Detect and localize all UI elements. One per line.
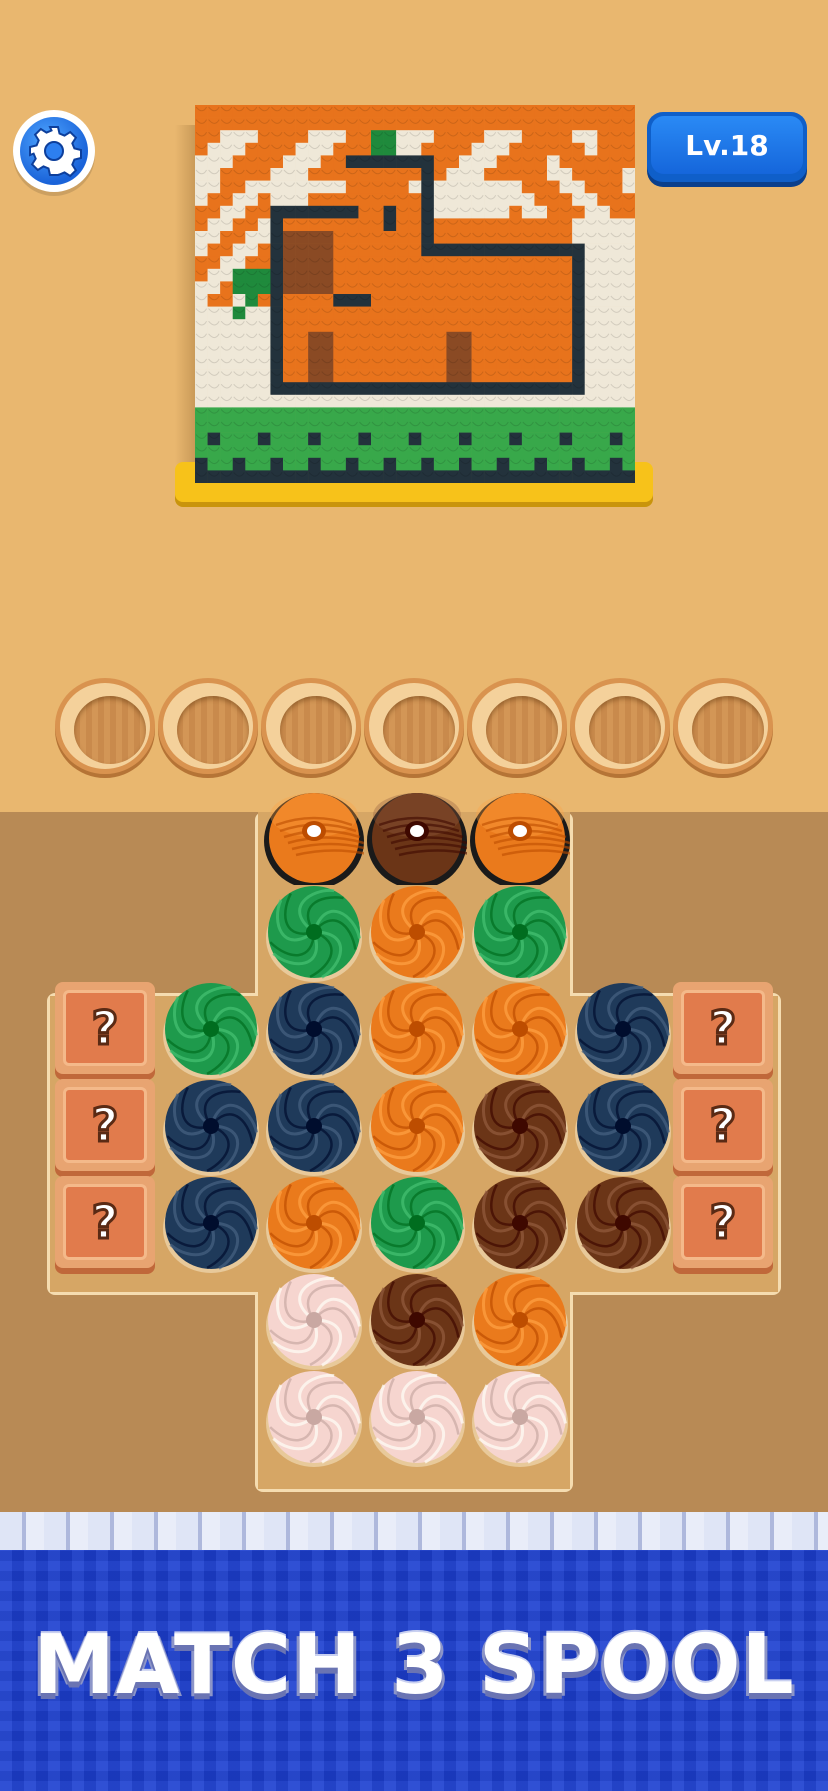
spool-green[interactable]	[161, 979, 261, 1079]
artwork-canvas	[195, 105, 635, 483]
spool-pink[interactable]	[470, 1367, 570, 1467]
spool-slot	[158, 678, 258, 774]
spool-slot	[261, 678, 361, 774]
spool-slot	[467, 678, 567, 774]
mystery-box-right[interactable]: ?	[673, 1176, 773, 1268]
question-mark-icon: ?	[708, 1000, 738, 1057]
spool-navy[interactable]	[264, 979, 364, 1079]
spool-navy[interactable]	[161, 1173, 261, 1273]
spool-green[interactable]	[470, 882, 570, 982]
spool-navy[interactable]	[573, 1076, 673, 1176]
spool-orange[interactable]	[264, 1173, 364, 1273]
spool-green[interactable]	[367, 1173, 467, 1273]
mystery-box-right[interactable]: ?	[673, 982, 773, 1074]
spool-navy[interactable]	[573, 979, 673, 1079]
level-label: Lv.18	[651, 116, 803, 174]
spool-orange[interactable]	[367, 979, 467, 1079]
spool-pink[interactable]	[264, 1367, 364, 1467]
mystery-box-left[interactable]: ?	[55, 1176, 155, 1268]
spool-pink[interactable]	[367, 1367, 467, 1467]
question-mark-icon: ?	[708, 1097, 738, 1154]
spool-navy[interactable]	[264, 1076, 364, 1176]
mystery-box-right[interactable]: ?	[673, 1079, 773, 1171]
level-badge[interactable]: Lv.18	[647, 112, 807, 182]
spool-orange[interactable]	[367, 882, 467, 982]
spool-orange[interactable]	[470, 1270, 570, 1370]
spool-pink[interactable]	[264, 1270, 364, 1370]
spool-orange[interactable]	[470, 979, 570, 1079]
spool-orange[interactable]	[367, 1076, 467, 1176]
spool-brown[interactable]	[470, 1076, 570, 1176]
spool-slot	[55, 678, 155, 774]
top-spool-orange[interactable]	[470, 785, 579, 889]
spool-green[interactable]	[264, 882, 364, 982]
capybara-artwork	[195, 105, 635, 483]
spool-brown[interactable]	[470, 1173, 570, 1273]
spool-slot	[673, 678, 773, 774]
top-spool-orange[interactable]	[264, 785, 373, 889]
mystery-box-left[interactable]: ?	[55, 982, 155, 1074]
knit-border	[0, 1512, 828, 1553]
game-title: MATCH 3 SPOOL	[33, 1618, 795, 1713]
spool-navy[interactable]	[161, 1076, 261, 1176]
question-mark-icon: ?	[90, 1097, 120, 1154]
question-mark-icon: ?	[708, 1194, 738, 1251]
artwork-panel	[175, 105, 655, 515]
question-mark-icon: ?	[90, 1000, 120, 1057]
question-mark-icon: ?	[90, 1194, 120, 1251]
mystery-box-left[interactable]: ?	[55, 1079, 155, 1171]
spool-slot	[364, 678, 464, 774]
spool-brown[interactable]	[367, 1270, 467, 1370]
settings-button[interactable]	[13, 110, 95, 192]
spool-slot	[570, 678, 670, 774]
gear-icon	[20, 117, 88, 185]
spool-brown[interactable]	[573, 1173, 673, 1273]
top-spool-brown[interactable]	[367, 785, 476, 889]
